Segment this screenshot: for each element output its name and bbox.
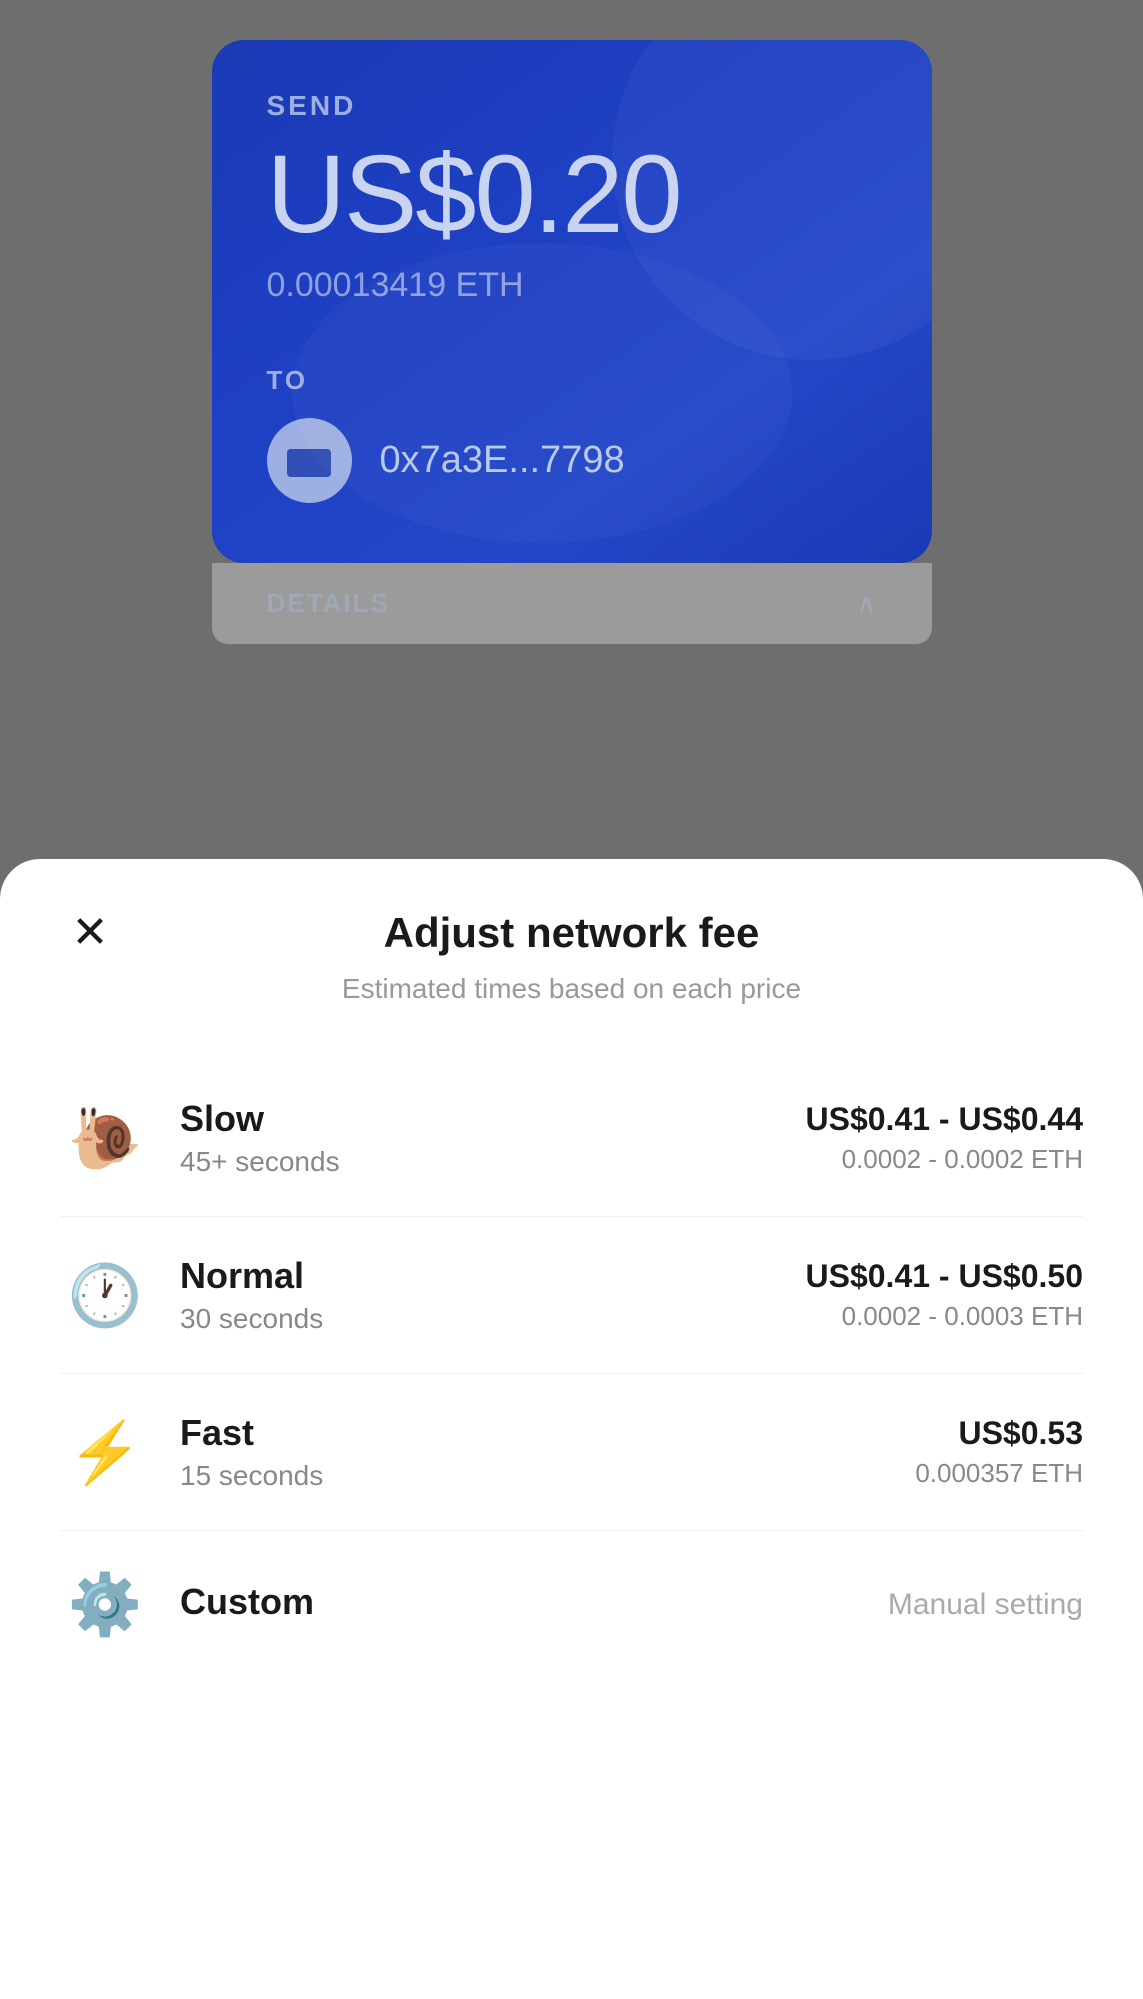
slow-info: Slow 45+ seconds <box>180 1098 806 1178</box>
slow-price: US$0.41 - US$0.44 0.0002 - 0.0002 ETH <box>806 1101 1084 1175</box>
fast-info: Fast 15 seconds <box>180 1412 915 1492</box>
normal-name: Normal <box>180 1255 806 1297</box>
close-button[interactable]: ✕ <box>60 903 120 963</box>
fee-option-custom[interactable]: ⚙️ Custom Manual setting <box>60 1531 1083 1678</box>
custom-info: Custom <box>180 1581 888 1629</box>
fast-eth: 0.000357 ETH <box>915 1458 1083 1489</box>
slow-eth: 0.0002 - 0.0002 ETH <box>806 1144 1084 1175</box>
sheet-header: ✕ Adjust network fee <box>60 909 1083 957</box>
sheet-title: Adjust network fee <box>384 909 760 957</box>
fast-time: 15 seconds <box>180 1460 915 1492</box>
fast-name: Fast <box>180 1412 915 1454</box>
recipient-address: 0x7a3E...7798 <box>380 439 625 482</box>
fee-option-slow[interactable]: 🐌 Slow 45+ seconds US$0.41 - US$0.44 0.0… <box>60 1060 1083 1217</box>
send-amount-eth: 0.00013419 ETH <box>267 266 877 305</box>
recipient-row: 0x7a3E...7798 <box>267 418 877 503</box>
fast-usd: US$0.53 <box>915 1415 1083 1452</box>
normal-time: 30 seconds <box>180 1303 806 1335</box>
fast-icon: ⚡ <box>60 1417 150 1488</box>
chevron-up-icon: ∧ <box>856 587 877 620</box>
recipient-icon <box>267 418 352 503</box>
fee-option-fast[interactable]: ⚡ Fast 15 seconds US$0.53 0.000357 ETH <box>60 1374 1083 1531</box>
send-label: SEND <box>267 90 877 122</box>
normal-eth: 0.0002 - 0.0003 ETH <box>806 1301 1084 1332</box>
slow-time: 45+ seconds <box>180 1146 806 1178</box>
close-icon: ✕ <box>72 911 109 955</box>
slow-name: Slow <box>180 1098 806 1140</box>
details-label: DETAILS <box>267 588 390 619</box>
custom-icon: ⚙️ <box>60 1569 150 1640</box>
send-amount-usd: US$0.20 <box>267 140 877 250</box>
custom-price: Manual setting <box>888 1588 1083 1622</box>
fee-option-normal[interactable]: 🕐 Normal 30 seconds US$0.41 - US$0.50 0.… <box>60 1217 1083 1374</box>
sheet-subtitle: Estimated times based on each price <box>60 973 1083 1005</box>
wallet-icon <box>287 443 331 479</box>
normal-icon: 🕐 <box>60 1260 150 1331</box>
slow-icon: 🐌 <box>60 1103 150 1174</box>
custom-manual: Manual setting <box>888 1588 1083 1622</box>
bottom-sheet: ✕ Adjust network fee Estimated times bas… <box>0 859 1143 1999</box>
normal-usd: US$0.41 - US$0.50 <box>806 1258 1084 1295</box>
fast-price: US$0.53 0.000357 ETH <box>915 1415 1083 1489</box>
to-label: TO <box>267 365 877 396</box>
normal-price: US$0.41 - US$0.50 0.0002 - 0.0003 ETH <box>806 1258 1084 1332</box>
send-card: SEND US$0.20 0.00013419 ETH TO 0x7a3E...… <box>212 40 932 563</box>
details-bar[interactable]: DETAILS ∧ <box>212 563 932 644</box>
custom-name: Custom <box>180 1581 888 1623</box>
slow-usd: US$0.41 - US$0.44 <box>806 1101 1084 1138</box>
normal-info: Normal 30 seconds <box>180 1255 806 1335</box>
